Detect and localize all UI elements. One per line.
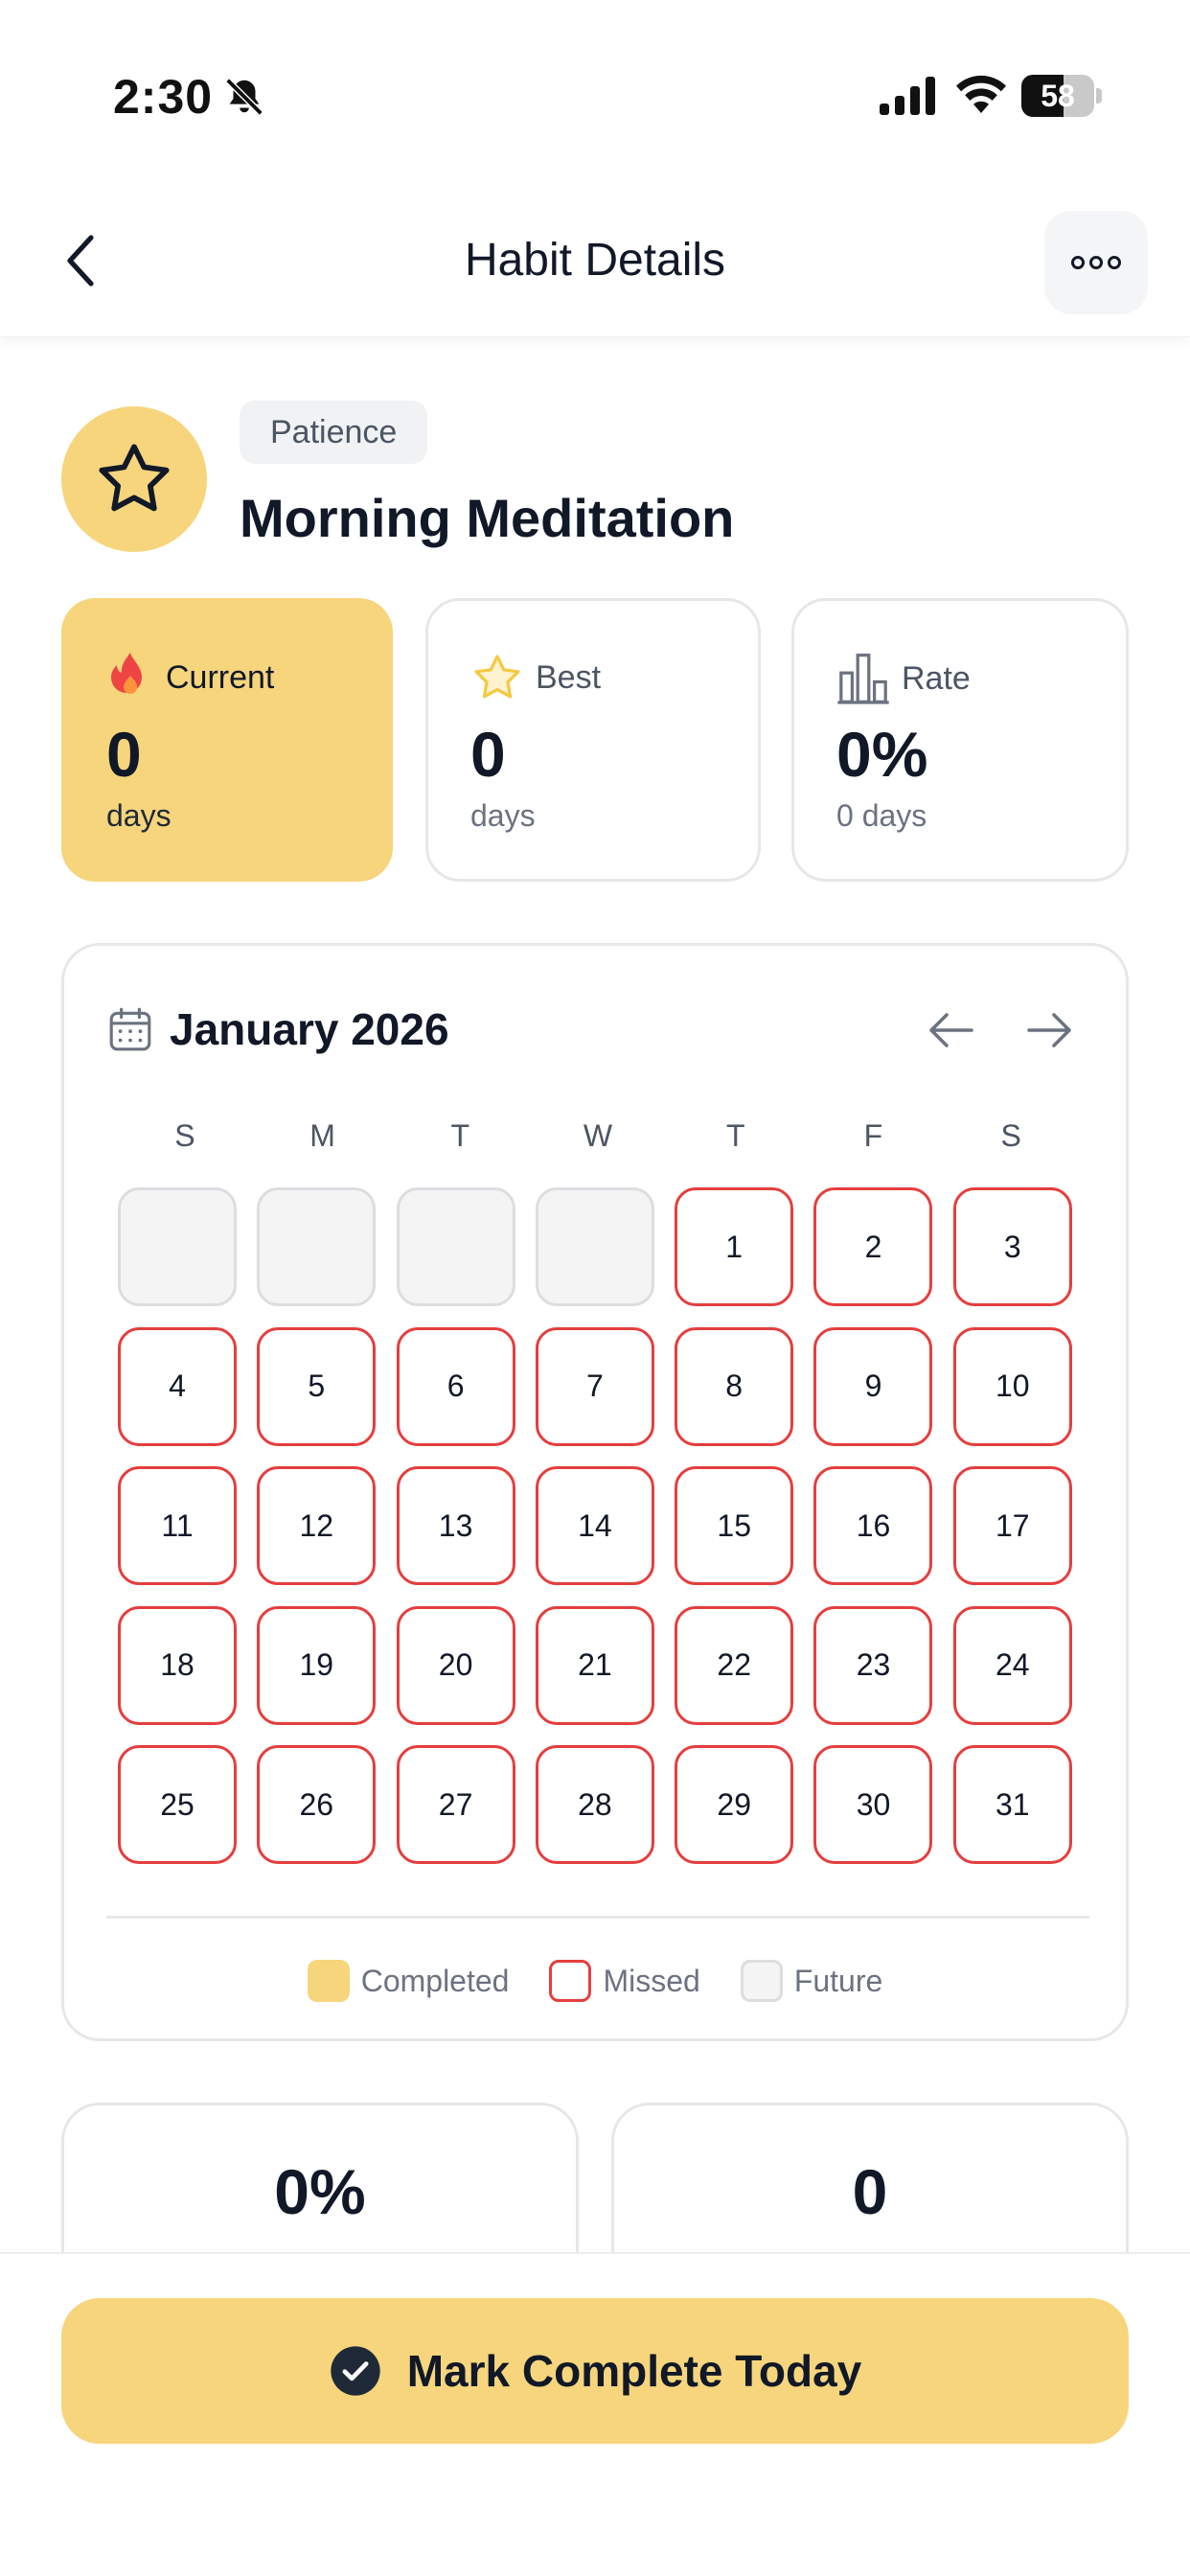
current-value: 0 — [106, 719, 142, 790]
mark-complete-label: Mark Complete Today — [406, 2346, 862, 2396]
calendar-day-12[interactable]: 12 — [257, 1466, 377, 1585]
calendar-day-1[interactable]: 1 — [675, 1187, 794, 1306]
calendar-day-26[interactable]: 26 — [257, 1745, 377, 1864]
calendar-icon — [109, 1007, 151, 1051]
best-value: 0 — [470, 719, 506, 790]
cellular-signal-icon — [880, 77, 935, 115]
best-unit: days — [470, 798, 536, 833]
weekday-label: W — [583, 1118, 613, 1153]
weekday-label: T — [450, 1118, 470, 1153]
rate-label: Rate — [902, 659, 971, 697]
calendar-card: January 2026 S M T W T F S 1 2 3 4 5 6 7 8 9 10 11… — [61, 943, 1129, 2041]
calendar-day-empty — [118, 1187, 237, 1306]
missed-swatch — [549, 1960, 592, 2002]
best-streak-card: Best 0 days — [425, 598, 761, 882]
calendar-day-17[interactable]: 17 — [952, 1466, 1072, 1585]
calendar-day-empty — [257, 1187, 377, 1306]
legend-completed: Completed — [307, 1960, 510, 2002]
status-bar: 2:30 58 — [0, 0, 1190, 192]
weekday-label: S — [174, 1118, 195, 1153]
calendar-day-2[interactable]: 2 — [813, 1187, 933, 1306]
legend-missed: Missed — [549, 1960, 700, 2002]
star-icon — [474, 655, 520, 699]
calendar-day-29[interactable]: 29 — [675, 1745, 794, 1864]
bell-off-icon — [225, 78, 263, 116]
status-time: 2:30 — [113, 70, 214, 124]
completion-rate-value: 0% — [274, 2156, 366, 2227]
calendar-month-title: January 2026 — [170, 1004, 449, 1054]
wifi-icon — [956, 75, 1006, 113]
calendar-day-4[interactable]: 4 — [118, 1326, 237, 1446]
habit-avatar — [61, 406, 207, 552]
legend-label: Future — [793, 1963, 883, 1998]
arrow-right-icon — [1027, 1013, 1071, 1047]
bar-chart-icon — [837, 654, 889, 704]
weekday-header: S M T W T F S — [116, 1118, 1080, 1154]
fire-icon — [111, 653, 142, 694]
battery-indicator: 58 — [1021, 75, 1102, 117]
current-unit: days — [106, 798, 172, 833]
weekday-label: F — [863, 1118, 883, 1153]
rate-value: 0% — [836, 719, 928, 790]
calendar-day-30[interactable]: 30 — [813, 1745, 933, 1864]
weekday-label: S — [1000, 1118, 1021, 1153]
completed-swatch — [307, 1960, 350, 2002]
legend-label: Completed — [360, 1963, 510, 1998]
check-circle-icon — [331, 2346, 380, 2396]
calendar-day-10[interactable]: 10 — [952, 1326, 1072, 1446]
future-swatch — [740, 1960, 783, 2002]
calendar-day-20[interactable]: 20 — [396, 1605, 515, 1725]
calendar-day-3[interactable]: 3 — [952, 1187, 1072, 1306]
page-title: Habit Details — [464, 235, 726, 286]
calendar-day-28[interactable]: 28 — [535, 1745, 654, 1864]
bottom-action-bar: Mark Complete Today — [0, 2252, 1190, 2576]
calendar-day-7[interactable]: 7 — [535, 1326, 654, 1446]
calendar-day-15[interactable]: 15 — [675, 1466, 794, 1585]
star-icon — [99, 444, 170, 512]
divider — [106, 1916, 1089, 1919]
previous-month-button[interactable] — [915, 994, 988, 1067]
calendar-day-27[interactable]: 27 — [396, 1745, 515, 1864]
arrow-left-icon — [929, 1013, 973, 1047]
weekday-label: T — [725, 1118, 745, 1153]
mark-complete-button[interactable]: Mark Complete Today — [61, 2298, 1129, 2444]
calendar-day-5[interactable]: 5 — [257, 1326, 377, 1446]
calendar-day-6[interactable]: 6 — [396, 1326, 515, 1446]
calendar-day-19[interactable]: 19 — [257, 1605, 377, 1725]
calendar-day-16[interactable]: 16 — [813, 1466, 933, 1585]
next-month-button[interactable] — [1013, 994, 1086, 1067]
calendar-day-empty — [396, 1187, 515, 1306]
battery-level: 58 — [1041, 79, 1075, 113]
calendar-day-11[interactable]: 11 — [118, 1466, 237, 1585]
category-badge: Patience — [240, 401, 428, 464]
calendar-legend: Completed Missed Future — [64, 1960, 1126, 2002]
calendar-day-25[interactable]: 25 — [118, 1745, 237, 1864]
calendar-day-empty — [535, 1187, 654, 1306]
calendar-day-14[interactable]: 14 — [535, 1466, 654, 1585]
calendar-day-21[interactable]: 21 — [535, 1605, 654, 1725]
best-label: Best — [536, 658, 602, 696]
calendar-day-23[interactable]: 23 — [813, 1605, 933, 1725]
legend-future: Future — [740, 1960, 883, 2002]
calendar-day-22[interactable]: 22 — [675, 1605, 794, 1725]
weekday-label: M — [309, 1118, 335, 1153]
more-options-button[interactable] — [1044, 211, 1148, 314]
calendar-day-24[interactable]: 24 — [952, 1605, 1072, 1725]
calendar-day-18[interactable]: 18 — [118, 1605, 237, 1725]
rate-unit: 0 days — [836, 798, 927, 833]
rate-card: Rate 0% 0 days — [791, 598, 1129, 882]
legend-label: Missed — [603, 1963, 700, 1998]
app-header: Habit Details — [0, 192, 1190, 337]
current-label: Current — [166, 658, 275, 696]
calendar-day-13[interactable]: 13 — [396, 1466, 515, 1585]
total-value: 0 — [852, 2156, 888, 2227]
current-streak-card: Current 0 days — [61, 598, 393, 882]
calendar-day-8[interactable]: 8 — [675, 1326, 794, 1446]
more-horizontal-icon — [1071, 256, 1121, 269]
calendar-day-31[interactable]: 31 — [952, 1745, 1072, 1864]
habit-title: Morning Meditation — [240, 488, 735, 548]
calendar-day-9[interactable]: 9 — [813, 1326, 933, 1446]
calendar-day-grid: 1 2 3 4 5 6 7 8 9 10 11 12 13 14 15 16 17 18 19 20 21 22 23 24 2… — [118, 1187, 1082, 1864]
